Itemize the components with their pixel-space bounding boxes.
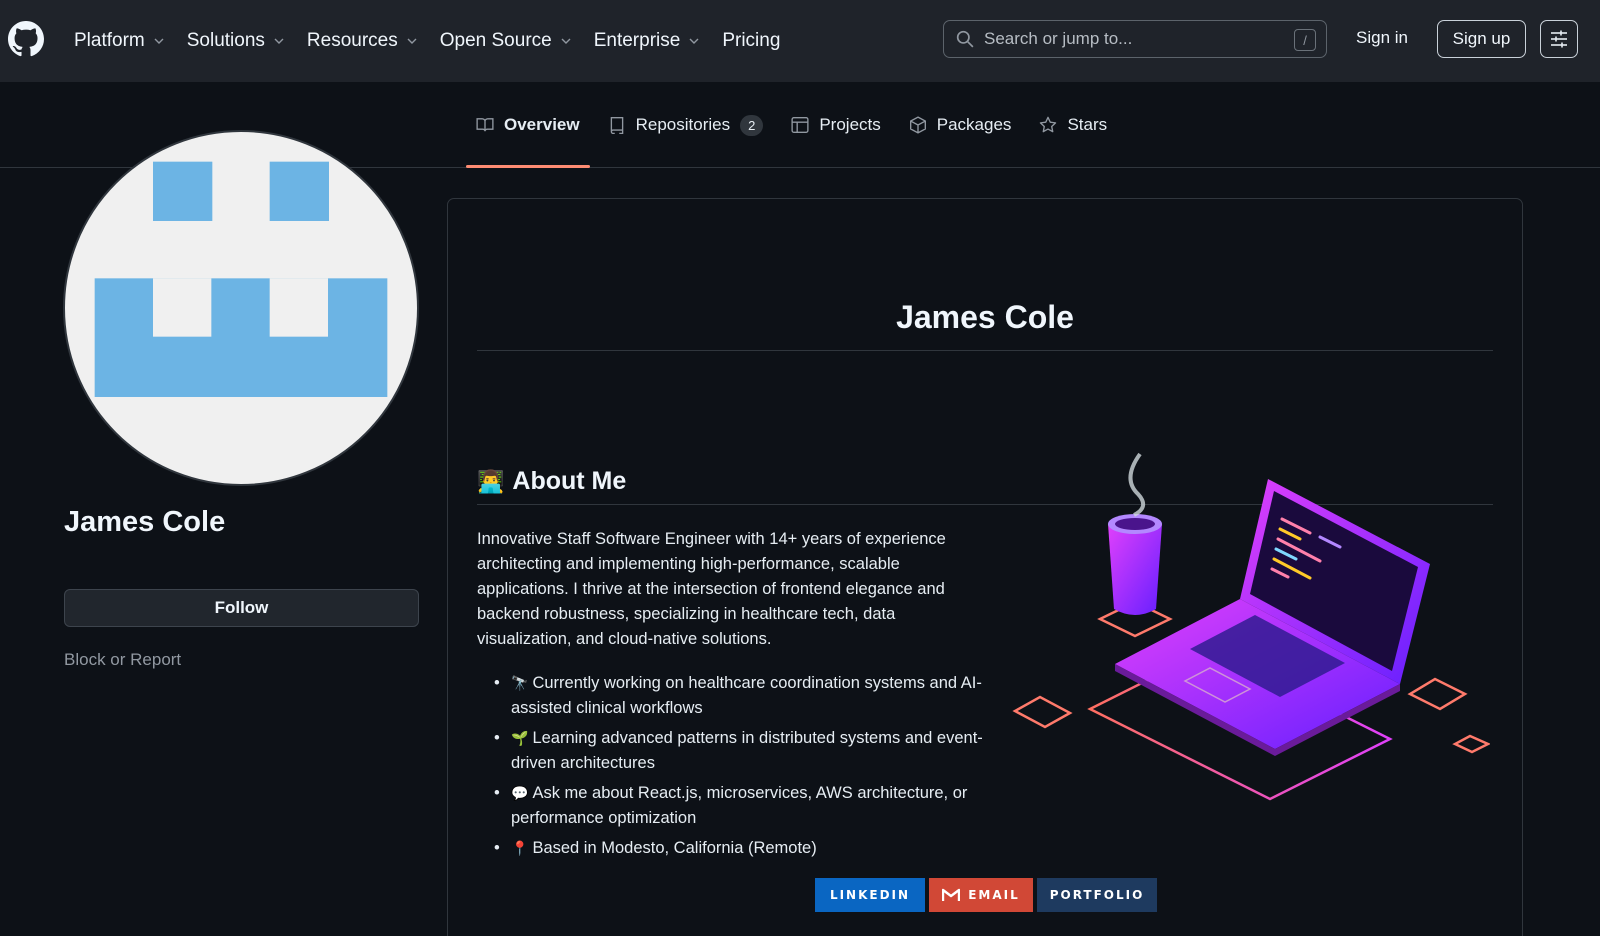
sign-in-link[interactable]: Sign in [1356,28,1408,48]
search-placeholder: Search or jump to... [984,29,1133,48]
nav-resources[interactable]: Resources [307,30,418,52]
email-badge[interactable]: EMAIL [929,878,1033,912]
list-item-text: Currently working on healthcare coordina… [511,674,982,717]
block-or-report-link[interactable]: Block or Report [64,650,181,670]
bio-paragraph: Innovative Staff Software Engineer with … [477,530,946,648]
laptop-coffee-illustration [1012,452,1490,801]
nav-label: Solutions [186,30,265,51]
chevron-down-icon [689,38,699,44]
gmail-icon [942,888,961,901]
tab-label: Repositories [635,115,731,134]
tab-repositories[interactable]: Repositories 2 [598,82,774,168]
portfolio-badge[interactable]: PORTFOLIO [1037,878,1157,912]
search-icon [956,30,974,48]
badge-label: EMAIL [968,888,1020,902]
nav-pricing[interactable]: Pricing [722,30,780,52]
nav-open-source[interactable]: Open Source [440,30,572,52]
profile-tabs: Overview Repositories 2 Projects Package… [466,82,1125,168]
avatar[interactable] [63,130,419,486]
nav-platform[interactable]: Platform [74,30,165,52]
chevron-down-icon [407,38,417,44]
about-list: 🔭Currently working on healthcare coordin… [477,671,997,866]
chevron-down-icon [154,38,164,44]
tab-label: Stars [1067,115,1108,134]
nav-label: Resources [306,30,398,51]
profile-name: James Cole [64,506,226,538]
identicon-avatar-image [94,161,388,397]
chevron-down-icon [561,38,571,44]
nav-label: Open Source [439,30,552,51]
tab-stars[interactable]: Stars [1029,82,1117,168]
badge-label: PORTFOLIO [1049,888,1145,902]
repo-icon [610,117,623,134]
speech-bubble-emoji: 💬 [511,785,529,801]
seedling-emoji: 🌱 [511,730,529,746]
tab-projects[interactable]: Projects [781,82,890,168]
search-shortcut-key: / [1294,29,1316,51]
table-icon [791,117,809,133]
nav-enterprise[interactable]: Enterprise [594,30,701,52]
list-item-text: Learning advanced patterns in distribute… [511,729,983,772]
technologist-emoji: 👨‍💻 [477,468,505,494]
nav-label: Pricing [722,30,781,51]
tab-packages[interactable]: Packages [899,82,1022,168]
tab-label: Overview [504,115,580,134]
profile-readme: James Cole 👨‍💻 About Me Innovative Staff… [447,198,1523,936]
follow-button[interactable]: Follow [64,589,419,627]
list-item-text: Ask me about React.js, microservices, AW… [511,784,968,827]
tab-overview[interactable]: Overview [466,82,590,168]
about-heading-text: About Me [512,467,627,495]
badge-label: LINKEDIN [829,888,911,902]
sliders-icon [1551,30,1567,48]
nav-label: Enterprise [593,30,681,51]
chevron-down-icon [274,38,284,44]
star-icon [1040,116,1057,133]
nav-solutions[interactable]: Solutions [187,30,285,52]
site-header: Platform Solutions Resources Open Source… [0,0,1600,82]
main-nav: Platform Solutions Resources Open Source… [74,0,802,82]
nav-label: Platform [74,30,145,51]
github-logo-icon[interactable] [8,21,44,57]
list-item: 🌱Learning advanced patterns in distribut… [477,726,997,776]
package-icon [909,116,926,134]
list-item: 🔭Currently working on healthcare coordin… [477,671,997,721]
tab-label: Packages [936,115,1012,134]
repo-count-badge: 2 [740,114,764,136]
contact-badges: LINKEDIN EMAIL PORTFOLIO [815,878,1157,912]
settings-menu-button[interactable] [1540,20,1578,58]
list-item: 📍Based in Modesto, California (Remote) [477,836,997,861]
list-item: 💬Ask me about React.js, microservices, A… [477,781,997,831]
search-input[interactable]: Search or jump to... / [943,20,1327,58]
list-item-text: Based in Modesto, California (Remote) [532,839,817,857]
linkedin-badge[interactable]: LINKEDIN [815,878,925,912]
tab-label: Projects [819,115,881,134]
sign-up-button[interactable]: Sign up [1437,20,1526,58]
pin-emoji: 📍 [511,840,529,856]
telescope-emoji: 🔭 [511,675,529,691]
book-icon [476,118,494,132]
readme-title: James Cole [477,299,1493,351]
